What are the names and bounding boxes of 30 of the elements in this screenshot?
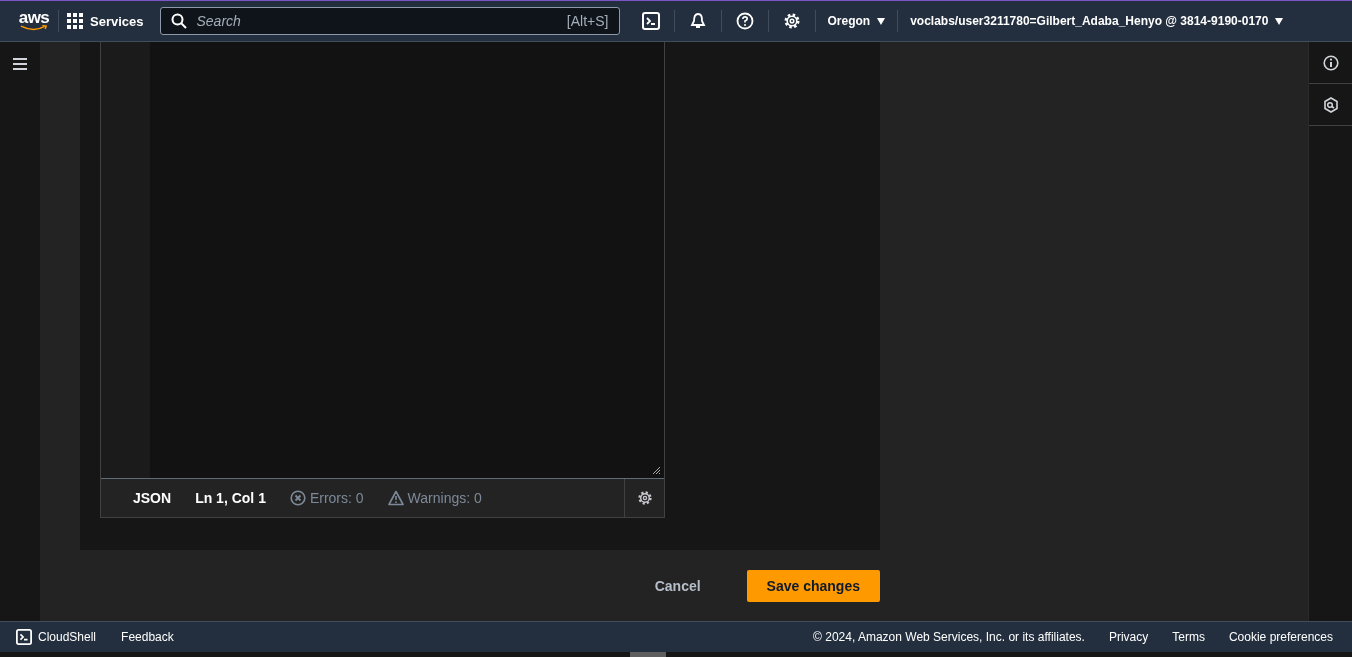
save-button[interactable]: Save changes xyxy=(746,570,880,602)
search-input[interactable]: Search xyxy=(194,12,559,30)
footer-link[interactable]: Cookie preferences xyxy=(1228,630,1333,644)
footer-link[interactable]: Privacy xyxy=(1108,630,1149,644)
cancel-button[interactable]: Cancel xyxy=(634,570,721,602)
terminal-icon xyxy=(16,629,32,645)
menu-icon[interactable] xyxy=(12,56,28,72)
error-count: Errors: 0 xyxy=(309,490,364,506)
keyboard-shortcut: [Alt+S] xyxy=(566,13,609,29)
services-button[interactable]: Services xyxy=(67,13,144,29)
cloudshell-button[interactable]: CloudShell xyxy=(16,629,97,645)
error-icon xyxy=(289,490,306,506)
grid-icon xyxy=(67,13,83,29)
cursor-position: Ln 1, Col 1 xyxy=(195,490,266,506)
caret-icon xyxy=(877,17,886,25)
language-label: JSON xyxy=(133,490,172,506)
caret-icon xyxy=(1275,17,1284,25)
aws-logo[interactable]: aws xyxy=(18,11,50,31)
code-editor[interactable]: JSON Ln 1, Col 1 Errors: 0 Warnings: 0 xyxy=(100,42,665,518)
region-menu[interactable]: Oregon xyxy=(823,14,890,28)
warning-icon xyxy=(387,490,404,506)
search-icon xyxy=(170,13,187,29)
account-menu[interactable]: voclabs/user3211780=Gilbert_Adaba_Henyo @ 3814-9190-0170 xyxy=(906,14,1288,28)
resize-handle-icon[interactable] xyxy=(651,465,661,475)
footer-link[interactable]: Terms xyxy=(1172,630,1205,644)
copyright-text: © 2024, Amazon Web Services, Inc. or its affiliates. xyxy=(813,630,1085,644)
warning-count: Warnings: 0 xyxy=(407,490,482,506)
scrollbar-thumb[interactable] xyxy=(630,652,666,657)
feedback-link[interactable]: Feedback xyxy=(121,630,174,644)
search-bar[interactable]: Search [Alt+S] xyxy=(159,7,620,35)
